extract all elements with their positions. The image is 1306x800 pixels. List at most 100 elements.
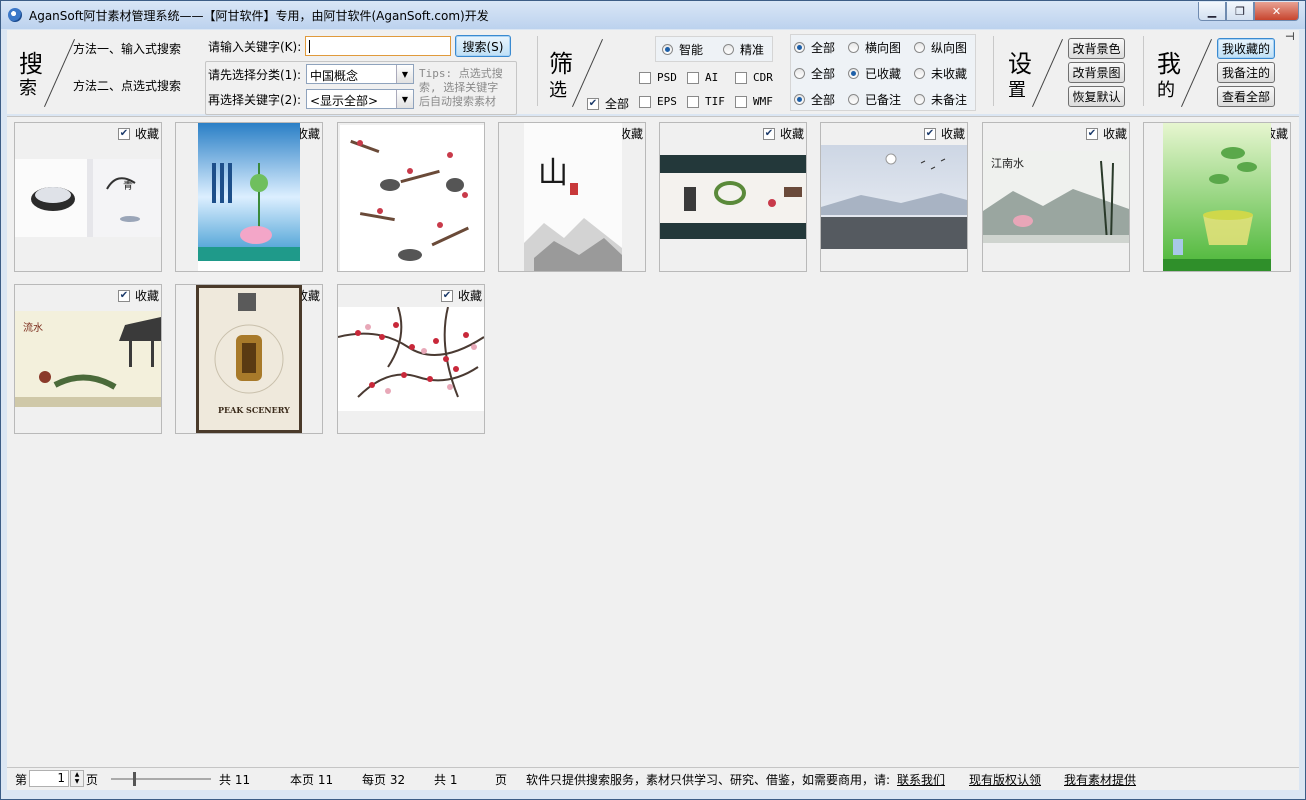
gallery-item[interactable]: ✔ 收藏 江南水 — [982, 122, 1130, 272]
gallery-item[interactable]: ✔收藏 PEAK SCENERY — [175, 284, 323, 434]
gallery-item[interactable]: ✔收藏 — [337, 284, 485, 434]
orient-portrait-radio[interactable]: 纵向图 — [914, 39, 967, 56]
provide-material-link[interactable]: 我有素材提供 — [1064, 771, 1136, 788]
title-bar[interactable]: AganSoft阿甘素材管理系统——【阿甘软件】专用，由阿甘软件(AganSof… — [1, 1, 1305, 29]
page-prefix: 第 — [15, 773, 28, 787]
format-eps-label: EPS — [657, 95, 677, 108]
note-no-label: 未备注 — [931, 93, 968, 107]
note-all-radio[interactable]: 全部 — [794, 91, 835, 108]
gallery-item[interactable]: ✔ 收藏 流水 — [14, 284, 162, 434]
favorite-checkbox[interactable]: ✔ 收藏 — [923, 125, 965, 142]
format-tif-checkbox[interactable]: TIF — [687, 95, 725, 108]
favorite-checkbox[interactable]: ✔ 收藏 — [440, 287, 482, 304]
green-tea-thumbnail — [1163, 123, 1271, 271]
method1-label: 方法一、输入式搜索 — [73, 42, 182, 56]
method2-label: 方法二、点选式搜索 — [73, 79, 182, 93]
page-number-input[interactable]: 1 — [29, 770, 69, 787]
subkey-select[interactable]: <显示全部> ▼ — [306, 89, 414, 109]
svg-text:山: 山 — [538, 156, 568, 191]
thumbnail-image — [660, 155, 806, 239]
favorite-label: 收藏 — [618, 127, 643, 141]
mine-divider-slash — [1180, 38, 1213, 108]
plum-blossom-thumbnail — [338, 307, 484, 411]
format-wmf-checkbox[interactable]: WMF — [735, 95, 773, 108]
mode-exact-radio[interactable]: 精准 — [723, 41, 764, 58]
close-button[interactable]: ✕ — [1254, 2, 1299, 21]
section-separator — [537, 36, 538, 106]
settings-title-char2: 置 — [1008, 80, 1026, 101]
checkbox-checked-icon: ✔ — [1085, 127, 1098, 140]
minimize-button[interactable]: ▁ — [1198, 2, 1226, 21]
gallery-item[interactable]: ✔ 收藏 青 — [14, 122, 162, 272]
orient-landscape-radio[interactable]: 横向图 — [848, 39, 901, 56]
thumbnail-image — [340, 125, 484, 271]
restore-default-button[interactable]: 恢复默认 — [1068, 86, 1125, 107]
my-notes-button[interactable]: 我备注的 — [1217, 62, 1275, 83]
tips-line3: 后自动搜索素材 — [419, 95, 496, 108]
pin-icon[interactable]: ⊣ — [1285, 30, 1295, 43]
keyword-input[interactable] — [305, 36, 451, 56]
format-eps-checkbox[interactable]: EPS — [639, 95, 677, 108]
fav-all-radio[interactable]: 全部 — [794, 65, 835, 82]
settings-divider-slash — [1031, 38, 1064, 108]
keyword-label: 请输入关键字(K): — [208, 40, 302, 54]
close-icon: ✕ — [1271, 4, 1282, 18]
status-bar: 第 1 ▲ ▼ 页 共 11 本页 11 每页 32 共 1 页 软件只提供搜索服… — [7, 767, 1299, 790]
thumbnail-image: 流水 — [15, 311, 161, 407]
gallery-item[interactable]: ✔收藏 — [820, 122, 968, 272]
orient-all-radio[interactable]: 全部 — [794, 39, 835, 56]
tips-line2: 索, 选择关键字 — [419, 81, 499, 94]
gallery-item[interactable]: ✔收藏 — [337, 122, 485, 272]
change-bg-image-button[interactable]: 改背景图 — [1068, 62, 1125, 83]
gallery-item[interactable]: ✔收藏 山 — [498, 122, 646, 272]
gallery-item[interactable]: ✔收藏 — [175, 122, 323, 272]
pavilion-thumbnail: 流水 — [15, 311, 161, 407]
category-select[interactable]: 中国概念 ▼ — [306, 64, 414, 84]
gallery-item[interactable]: ✔收藏 — [659, 122, 807, 272]
page-stepper[interactable]: ▲ ▼ — [70, 770, 84, 787]
checkbox-empty-icon — [639, 95, 651, 108]
zoom-slider-handle[interactable] — [133, 772, 136, 786]
jiangnan-bamboo-thumbnail: 江南水 — [983, 151, 1129, 243]
maximize-icon: ❐ — [1235, 4, 1245, 18]
favorite-checkbox[interactable]: ✔ 收藏 — [117, 287, 159, 304]
orient-all-label: 全部 — [811, 41, 836, 55]
contact-us-link[interactable]: 联系我们 — [897, 771, 945, 788]
app-window: AganSoft阿甘素材管理系统——【阿甘软件】专用，由阿甘软件(AganSof… — [0, 0, 1306, 800]
fav-no-radio[interactable]: 未收藏 — [914, 65, 967, 82]
chevron-up-icon: ▲ — [74, 771, 80, 778]
note-yes-radio[interactable]: 已备注 — [848, 91, 901, 108]
section-separator — [1143, 36, 1144, 106]
format-psd-checkbox[interactable]: PSD — [639, 71, 677, 84]
svg-text:流水: 流水 — [23, 321, 43, 334]
copyright-claim-link[interactable]: 现有版权认领 — [969, 771, 1041, 788]
orient-landscape-label: 横向图 — [865, 41, 902, 55]
filter-all-checkbox[interactable]: ✔ 全部 — [587, 95, 629, 112]
tips-line1: Tips: 点选式搜 — [419, 67, 503, 80]
maximize-button[interactable]: ❐ — [1226, 2, 1254, 21]
gallery-item[interactable]: ✔收藏 — [1143, 122, 1291, 272]
checkbox-empty-icon — [687, 71, 699, 84]
mine-title-char2: 的 — [1157, 80, 1175, 101]
format-ai-checkbox[interactable]: AI — [687, 71, 718, 84]
search-button[interactable]: 搜索(S) — [455, 35, 511, 57]
radio-selected-icon — [848, 68, 859, 79]
fav-yes-radio[interactable]: 已收藏 — [848, 65, 901, 82]
category-select-value: 中国概念 — [310, 69, 359, 83]
category-label: 请先选择分类(1): — [208, 68, 302, 82]
zoom-slider-track[interactable] — [111, 778, 211, 780]
note-no-radio[interactable]: 未备注 — [914, 91, 967, 108]
view-all-button[interactable]: 查看全部 — [1217, 86, 1275, 107]
favorite-checkbox[interactable]: ✔ 收藏 — [1085, 125, 1127, 142]
format-cdr-checkbox[interactable]: CDR — [735, 71, 773, 84]
format-tif-label: TIF — [705, 95, 725, 108]
mode-smart-radio[interactable]: 智能 — [662, 41, 703, 58]
checkbox-checked-icon: ✔ — [117, 127, 130, 140]
favorite-checkbox[interactable]: ✔ 收藏 — [117, 125, 159, 142]
checkbox-checked-icon: ✔ — [923, 127, 936, 140]
favorite-checkbox[interactable]: ✔ 收藏 — [762, 125, 804, 142]
my-favorites-button[interactable]: 我收藏的 — [1217, 38, 1275, 59]
change-bg-color-button[interactable]: 改背景色 — [1068, 38, 1125, 59]
per-page-count: 每页 32 — [362, 773, 406, 787]
checkbox-empty-icon — [735, 71, 747, 84]
